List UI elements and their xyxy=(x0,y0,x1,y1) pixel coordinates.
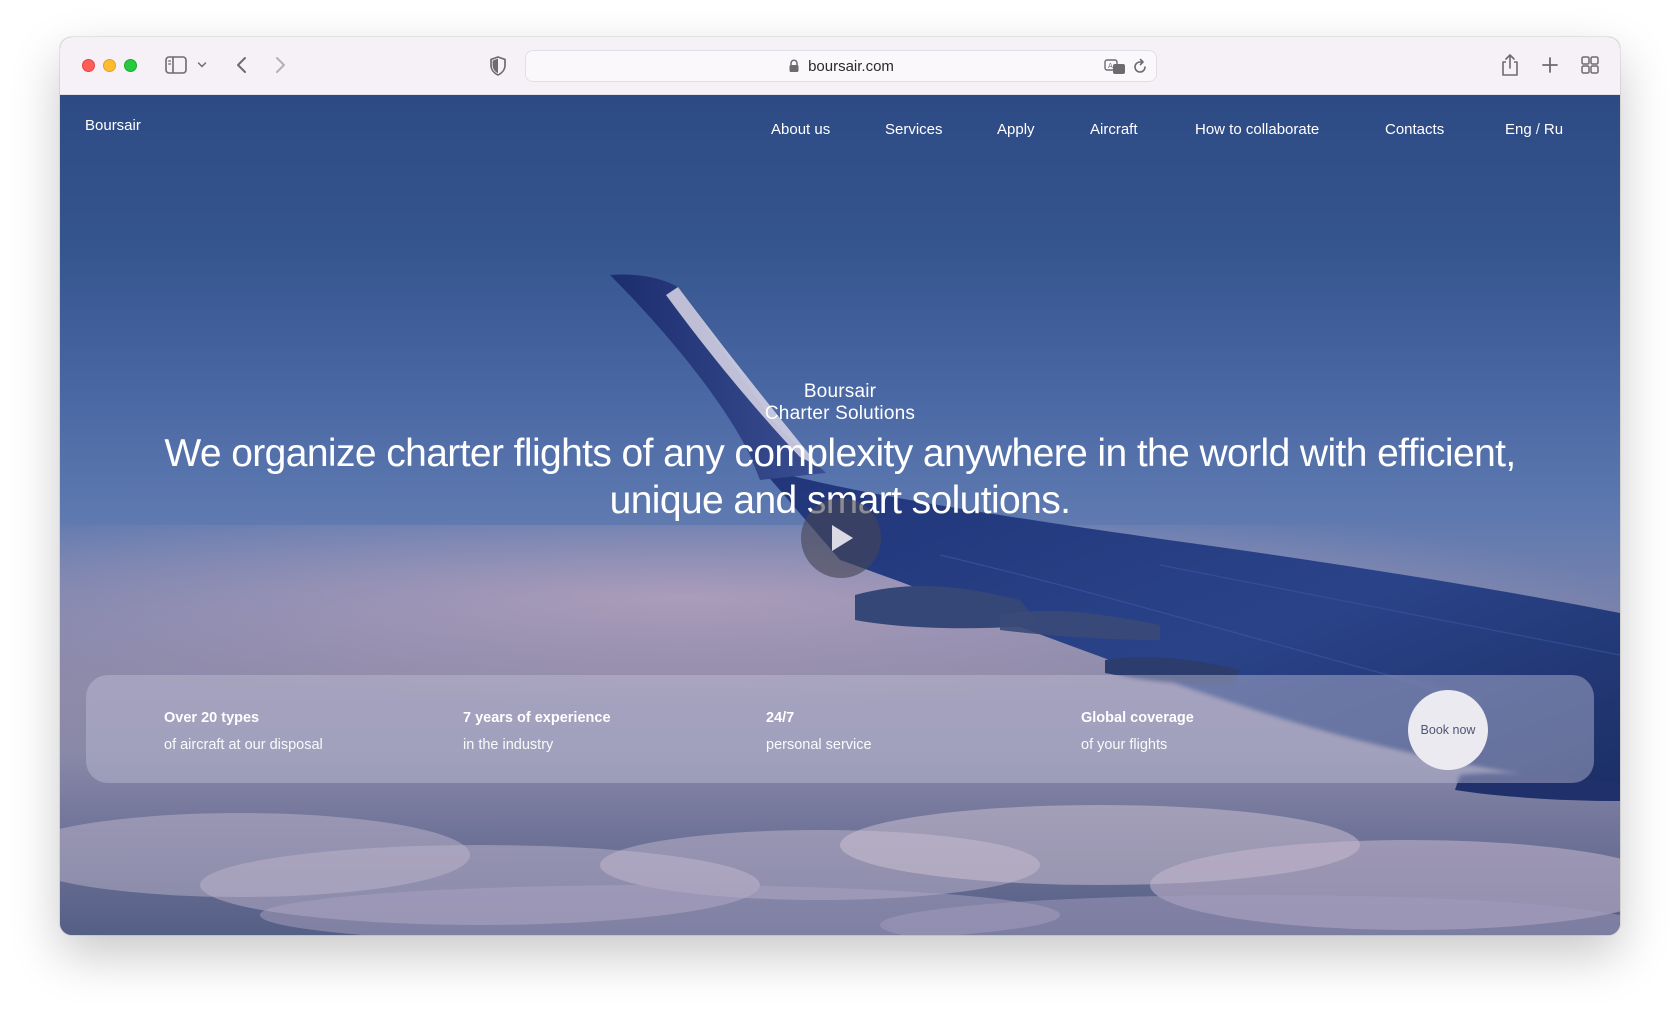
stat-subtitle: personal service xyxy=(766,737,872,753)
stat-title: Global coverage xyxy=(1081,710,1194,726)
tab-overview-icon[interactable] xyxy=(1580,55,1600,75)
plus-icon[interactable] xyxy=(1540,55,1560,75)
svg-text:A: A xyxy=(1108,62,1113,70)
stat-title: 24/7 xyxy=(766,710,795,726)
address-bar[interactable]: boursair.com A xyxy=(525,50,1157,82)
sidebar-toggle-icon[interactable] xyxy=(165,56,187,74)
hero-brand-name: Boursair xyxy=(803,381,877,402)
shield-icon[interactable] xyxy=(488,55,508,77)
lang-ru-link[interactable]: Ru xyxy=(1544,121,1563,138)
nav-aircraft[interactable]: Aircraft xyxy=(1090,121,1138,138)
translate-icon[interactable]: A xyxy=(1104,58,1126,76)
stats-bar: Over 20 types of aircraft at our disposa… xyxy=(86,675,1594,783)
stat-subtitle: of aircraft at our disposal xyxy=(164,737,323,753)
browser-window: boursair.com A Boursair About us Service… xyxy=(60,37,1620,935)
hero-section: Boursair About us Services Apply Aircraf… xyxy=(60,95,1620,935)
close-window-button[interactable] xyxy=(82,59,95,72)
stat-title: 7 years of experience xyxy=(463,710,611,726)
lang-eng-link[interactable]: Eng xyxy=(1505,121,1532,138)
browser-titlebar: boursair.com A xyxy=(60,37,1620,95)
stat-subtitle: in the industry xyxy=(463,737,554,753)
book-now-button[interactable]: Book now xyxy=(1408,690,1488,770)
language-switcher: Eng / Ru xyxy=(1505,121,1563,138)
stat-coverage: Global coverage of your flights xyxy=(1081,709,1194,754)
nav-contacts[interactable]: Contacts xyxy=(1385,121,1444,138)
url-text: boursair.com xyxy=(808,57,894,75)
play-icon xyxy=(826,522,856,554)
nav-how-to-collaborate[interactable]: How to collaborate xyxy=(1195,121,1319,138)
nav-services[interactable]: Services xyxy=(885,121,943,138)
stat-aircraft-types: Over 20 types of aircraft at our disposa… xyxy=(164,709,323,754)
lang-separator: / xyxy=(1535,121,1540,138)
hero-brand: Boursair Charter Solutions xyxy=(60,381,1620,425)
forward-arrow-icon[interactable] xyxy=(270,55,290,75)
nav-about-us[interactable]: About us xyxy=(771,121,830,138)
hero-brand-tagline: Charter Solutions xyxy=(764,403,916,424)
back-arrow-icon[interactable] xyxy=(232,55,252,75)
zoom-window-button[interactable] xyxy=(124,59,137,72)
play-video-button[interactable] xyxy=(801,498,881,578)
stat-title: Over 20 types xyxy=(164,710,260,726)
stat-service: 24/7 personal service xyxy=(766,709,872,754)
stat-experience: 7 years of experience in the industry xyxy=(463,709,611,754)
lock-icon xyxy=(788,59,800,73)
stat-subtitle: of your flights xyxy=(1081,737,1168,753)
minimize-window-button[interactable] xyxy=(103,59,116,72)
share-icon[interactable] xyxy=(1500,53,1520,77)
reload-icon[interactable] xyxy=(1132,58,1148,76)
main-nav: About us Services Apply Aircraft How to … xyxy=(60,121,1620,141)
nav-apply[interactable]: Apply xyxy=(997,121,1035,138)
chevron-down-icon[interactable] xyxy=(196,57,208,73)
